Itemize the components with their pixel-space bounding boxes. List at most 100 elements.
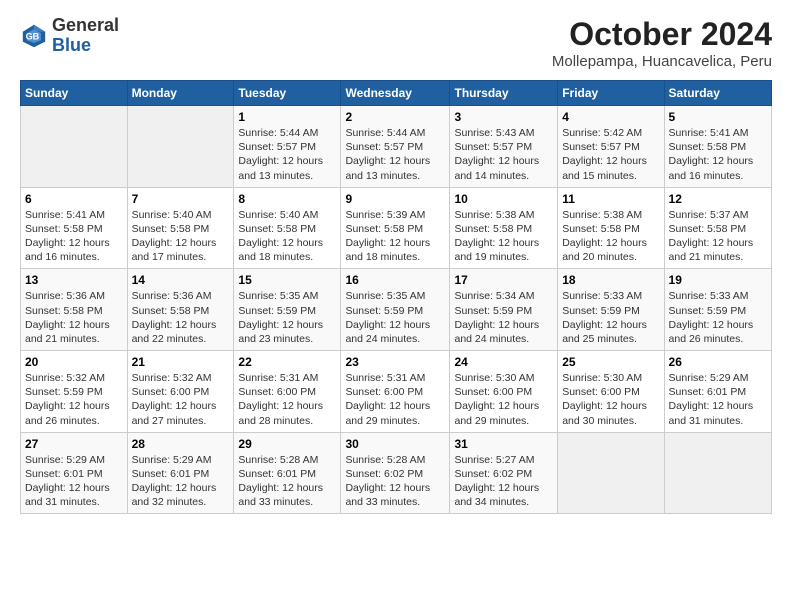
- calendar-title: October 2024: [552, 16, 772, 53]
- day-number: 21: [132, 355, 230, 369]
- calendar-cell: 10 Sunrise: 5:38 AM Sunset: 5:58 PM Dayl…: [450, 187, 558, 269]
- calendar-cell: 23 Sunrise: 5:31 AM Sunset: 6:00 PM Dayl…: [341, 351, 450, 433]
- sunset: Sunset: 6:01 PM: [132, 468, 210, 480]
- daylight: Daylight: 12 hours and 31 minutes.: [669, 400, 754, 426]
- day-number: 20: [25, 355, 123, 369]
- day-info: Sunrise: 5:38 AM Sunset: 5:58 PM Dayligh…: [562, 208, 659, 265]
- day-info: Sunrise: 5:30 AM Sunset: 6:00 PM Dayligh…: [454, 371, 553, 428]
- calendar-cell: 20 Sunrise: 5:32 AM Sunset: 5:59 PM Dayl…: [21, 351, 128, 433]
- sunset: Sunset: 5:59 PM: [562, 305, 640, 317]
- calendar-cell: 28 Sunrise: 5:29 AM Sunset: 6:01 PM Dayl…: [127, 432, 234, 514]
- week-row: 13 Sunrise: 5:36 AM Sunset: 5:58 PM Dayl…: [21, 269, 772, 351]
- calendar-cell: 19 Sunrise: 5:33 AM Sunset: 5:59 PM Dayl…: [664, 269, 771, 351]
- daylight: Daylight: 12 hours and 29 minutes.: [345, 400, 430, 426]
- day-number: 19: [669, 273, 767, 287]
- day-number: 27: [25, 437, 123, 451]
- sunrise: Sunrise: 5:35 AM: [345, 290, 425, 302]
- calendar-cell: 3 Sunrise: 5:43 AM Sunset: 5:57 PM Dayli…: [450, 106, 558, 188]
- calendar-cell: 9 Sunrise: 5:39 AM Sunset: 5:58 PM Dayli…: [341, 187, 450, 269]
- daylight: Daylight: 12 hours and 14 minutes.: [454, 155, 539, 181]
- day-info: Sunrise: 5:28 AM Sunset: 6:01 PM Dayligh…: [238, 453, 336, 510]
- sunrise: Sunrise: 5:38 AM: [454, 209, 534, 221]
- sunset: Sunset: 6:00 PM: [562, 386, 640, 398]
- daylight: Daylight: 12 hours and 21 minutes.: [669, 237, 754, 263]
- day-info: Sunrise: 5:29 AM Sunset: 6:01 PM Dayligh…: [25, 453, 123, 510]
- sunset: Sunset: 6:02 PM: [345, 468, 423, 480]
- daylight: Daylight: 12 hours and 34 minutes.: [454, 482, 539, 508]
- calendar-cell: 16 Sunrise: 5:35 AM Sunset: 5:59 PM Dayl…: [341, 269, 450, 351]
- day-info: Sunrise: 5:30 AM Sunset: 6:00 PM Dayligh…: [562, 371, 659, 428]
- calendar-cell: 1 Sunrise: 5:44 AM Sunset: 5:57 PM Dayli…: [234, 106, 341, 188]
- calendar-cell: 11 Sunrise: 5:38 AM Sunset: 5:58 PM Dayl…: [558, 187, 664, 269]
- sunrise: Sunrise: 5:36 AM: [25, 290, 105, 302]
- daylight: Daylight: 12 hours and 15 minutes.: [562, 155, 647, 181]
- sunrise: Sunrise: 5:39 AM: [345, 209, 425, 221]
- logo-blue: Blue: [52, 36, 119, 56]
- week-row: 6 Sunrise: 5:41 AM Sunset: 5:58 PM Dayli…: [21, 187, 772, 269]
- day-info: Sunrise: 5:29 AM Sunset: 6:01 PM Dayligh…: [132, 453, 230, 510]
- sunset: Sunset: 5:57 PM: [562, 141, 640, 153]
- sunrise: Sunrise: 5:40 AM: [238, 209, 318, 221]
- daylight: Daylight: 12 hours and 20 minutes.: [562, 237, 647, 263]
- daylight: Daylight: 12 hours and 26 minutes.: [669, 319, 754, 345]
- calendar-cell: 26 Sunrise: 5:29 AM Sunset: 6:01 PM Dayl…: [664, 351, 771, 433]
- day-info: Sunrise: 5:39 AM Sunset: 5:58 PM Dayligh…: [345, 208, 445, 265]
- sunrise: Sunrise: 5:36 AM: [132, 290, 212, 302]
- sunrise: Sunrise: 5:31 AM: [345, 372, 425, 384]
- day-number: 4: [562, 110, 659, 124]
- sunrise: Sunrise: 5:40 AM: [132, 209, 212, 221]
- week-row: 20 Sunrise: 5:32 AM Sunset: 5:59 PM Dayl…: [21, 351, 772, 433]
- calendar-subtitle: Mollepampa, Huancavelica, Peru: [552, 53, 772, 70]
- calendar-cell: 24 Sunrise: 5:30 AM Sunset: 6:00 PM Dayl…: [450, 351, 558, 433]
- sunrise: Sunrise: 5:30 AM: [562, 372, 642, 384]
- day-info: Sunrise: 5:36 AM Sunset: 5:58 PM Dayligh…: [25, 289, 123, 346]
- sunset: Sunset: 5:57 PM: [238, 141, 316, 153]
- day-number: 31: [454, 437, 553, 451]
- daylight: Daylight: 12 hours and 32 minutes.: [132, 482, 217, 508]
- sunrise: Sunrise: 5:42 AM: [562, 127, 642, 139]
- daylight: Daylight: 12 hours and 25 minutes.: [562, 319, 647, 345]
- day-info: Sunrise: 5:40 AM Sunset: 5:58 PM Dayligh…: [238, 208, 336, 265]
- day-number: 26: [669, 355, 767, 369]
- calendar-cell: 29 Sunrise: 5:28 AM Sunset: 6:01 PM Dayl…: [234, 432, 341, 514]
- svg-text:GB: GB: [26, 31, 40, 41]
- day-info: Sunrise: 5:44 AM Sunset: 5:57 PM Dayligh…: [345, 126, 445, 183]
- week-row: 27 Sunrise: 5:29 AM Sunset: 6:01 PM Dayl…: [21, 432, 772, 514]
- day-number: 9: [345, 192, 445, 206]
- sunrise: Sunrise: 5:34 AM: [454, 290, 534, 302]
- day-number: 30: [345, 437, 445, 451]
- col-saturday: Saturday: [664, 81, 771, 106]
- calendar-cell: [21, 106, 128, 188]
- sunset: Sunset: 5:58 PM: [132, 223, 210, 235]
- sunset: Sunset: 6:00 PM: [132, 386, 210, 398]
- day-info: Sunrise: 5:41 AM Sunset: 5:58 PM Dayligh…: [25, 208, 123, 265]
- day-info: Sunrise: 5:44 AM Sunset: 5:57 PM Dayligh…: [238, 126, 336, 183]
- sunset: Sunset: 5:59 PM: [25, 386, 103, 398]
- sunset: Sunset: 5:59 PM: [345, 305, 423, 317]
- sunset: Sunset: 5:58 PM: [454, 223, 532, 235]
- day-number: 29: [238, 437, 336, 451]
- day-info: Sunrise: 5:32 AM Sunset: 5:59 PM Dayligh…: [25, 371, 123, 428]
- daylight: Daylight: 12 hours and 13 minutes.: [345, 155, 430, 181]
- sunrise: Sunrise: 5:27 AM: [454, 454, 534, 466]
- day-number: 3: [454, 110, 553, 124]
- daylight: Daylight: 12 hours and 28 minutes.: [238, 400, 323, 426]
- daylight: Daylight: 12 hours and 33 minutes.: [345, 482, 430, 508]
- day-info: Sunrise: 5:33 AM Sunset: 5:59 PM Dayligh…: [669, 289, 767, 346]
- daylight: Daylight: 12 hours and 19 minutes.: [454, 237, 539, 263]
- day-info: Sunrise: 5:38 AM Sunset: 5:58 PM Dayligh…: [454, 208, 553, 265]
- daylight: Daylight: 12 hours and 31 minutes.: [25, 482, 110, 508]
- sunset: Sunset: 6:02 PM: [454, 468, 532, 480]
- calendar-cell: 18 Sunrise: 5:33 AM Sunset: 5:59 PM Dayl…: [558, 269, 664, 351]
- calendar-cell: [127, 106, 234, 188]
- daylight: Daylight: 12 hours and 17 minutes.: [132, 237, 217, 263]
- sunset: Sunset: 5:58 PM: [669, 141, 747, 153]
- sunrise: Sunrise: 5:31 AM: [238, 372, 318, 384]
- day-number: 13: [25, 273, 123, 287]
- daylight: Daylight: 12 hours and 21 minutes.: [25, 319, 110, 345]
- sunrise: Sunrise: 5:29 AM: [25, 454, 105, 466]
- day-number: 28: [132, 437, 230, 451]
- logo-text: General Blue: [52, 16, 119, 56]
- day-number: 16: [345, 273, 445, 287]
- sunrise: Sunrise: 5:32 AM: [25, 372, 105, 384]
